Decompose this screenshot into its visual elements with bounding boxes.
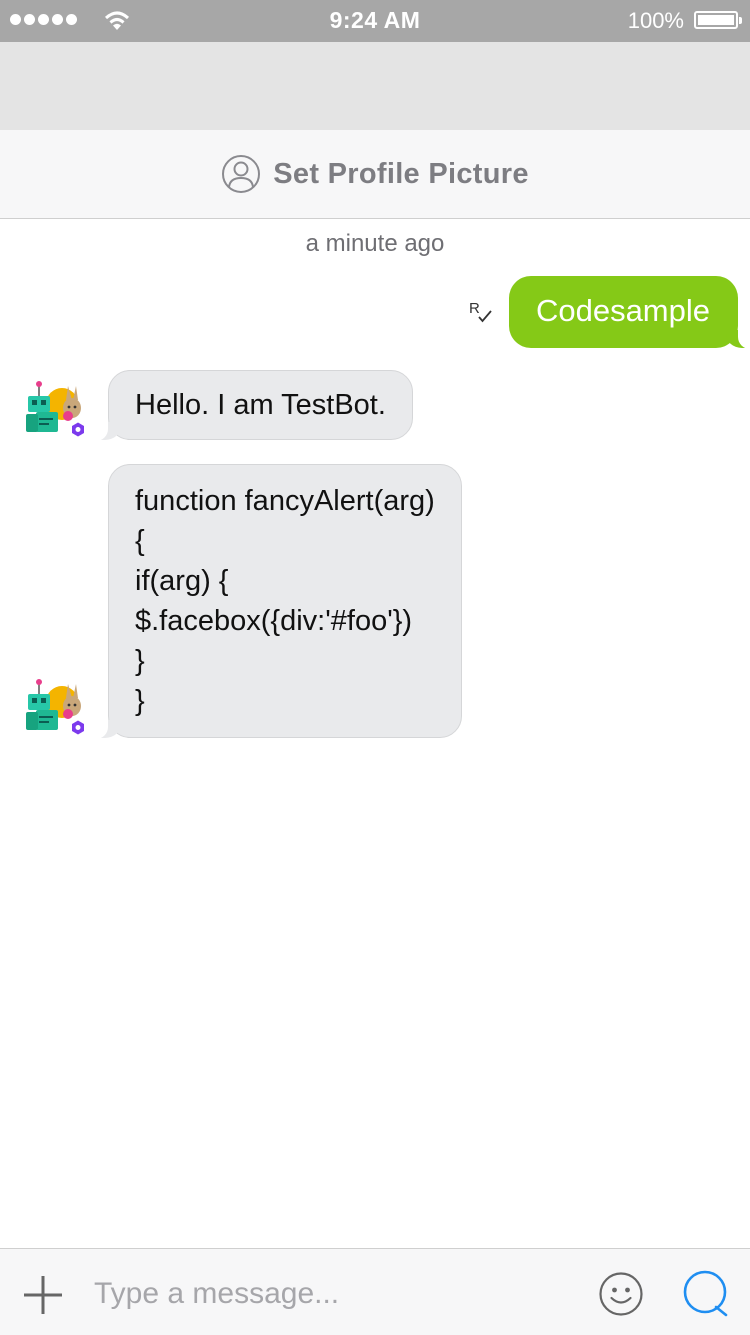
navigation-header [0, 42, 750, 130]
code-line: function fancyAlert(arg) [135, 485, 435, 517]
received-message-bubble[interactable]: function fancyAlert(arg) { if(arg) { $.f… [90, 464, 462, 739]
sent-message-row: R Codesample [467, 276, 750, 349]
user-circle-icon [222, 155, 261, 193]
status-bar: 9:24 AM 100% [0, 0, 750, 42]
code-line: } [135, 685, 145, 717]
battery-icon [694, 11, 742, 29]
sent-message-text: Codesample [535, 293, 710, 328]
message-timestamp: a minute ago [305, 230, 445, 257]
svg-text:R: R [469, 300, 480, 317]
testbot-avatar[interactable] [22, 672, 88, 738]
chat-bubble-icon[interactable] [682, 1269, 730, 1319]
profile-bar-label: Set Profile Picture [273, 157, 529, 190]
plus-icon[interactable] [22, 1274, 64, 1316]
message-line: Hello. I am TestBot. [135, 389, 386, 421]
read-receipt-icon: R [469, 300, 492, 323]
sent-message-bubble[interactable]: Codesample [508, 276, 750, 349]
message-composer [0, 1248, 750, 1335]
set-profile-picture-button[interactable]: Set Profile Picture [0, 130, 750, 219]
battery-percent: 100% [627, 8, 684, 33]
message-input[interactable] [92, 1267, 576, 1321]
received-message-row: Hello. I am TestBot. [22, 370, 413, 441]
code-line: if(arg) { [135, 565, 229, 597]
received-message-bubble[interactable]: Hello. I am TestBot. [90, 370, 413, 441]
code-line: } [135, 645, 145, 677]
code-line: { [135, 525, 145, 557]
emoji-icon[interactable] [598, 1271, 644, 1317]
code-line: $.facebox({div:'#foo'}) [135, 605, 413, 637]
received-message-row: function fancyAlert(arg) { if(arg) { $.f… [22, 464, 462, 739]
testbot-avatar[interactable] [22, 374, 88, 440]
